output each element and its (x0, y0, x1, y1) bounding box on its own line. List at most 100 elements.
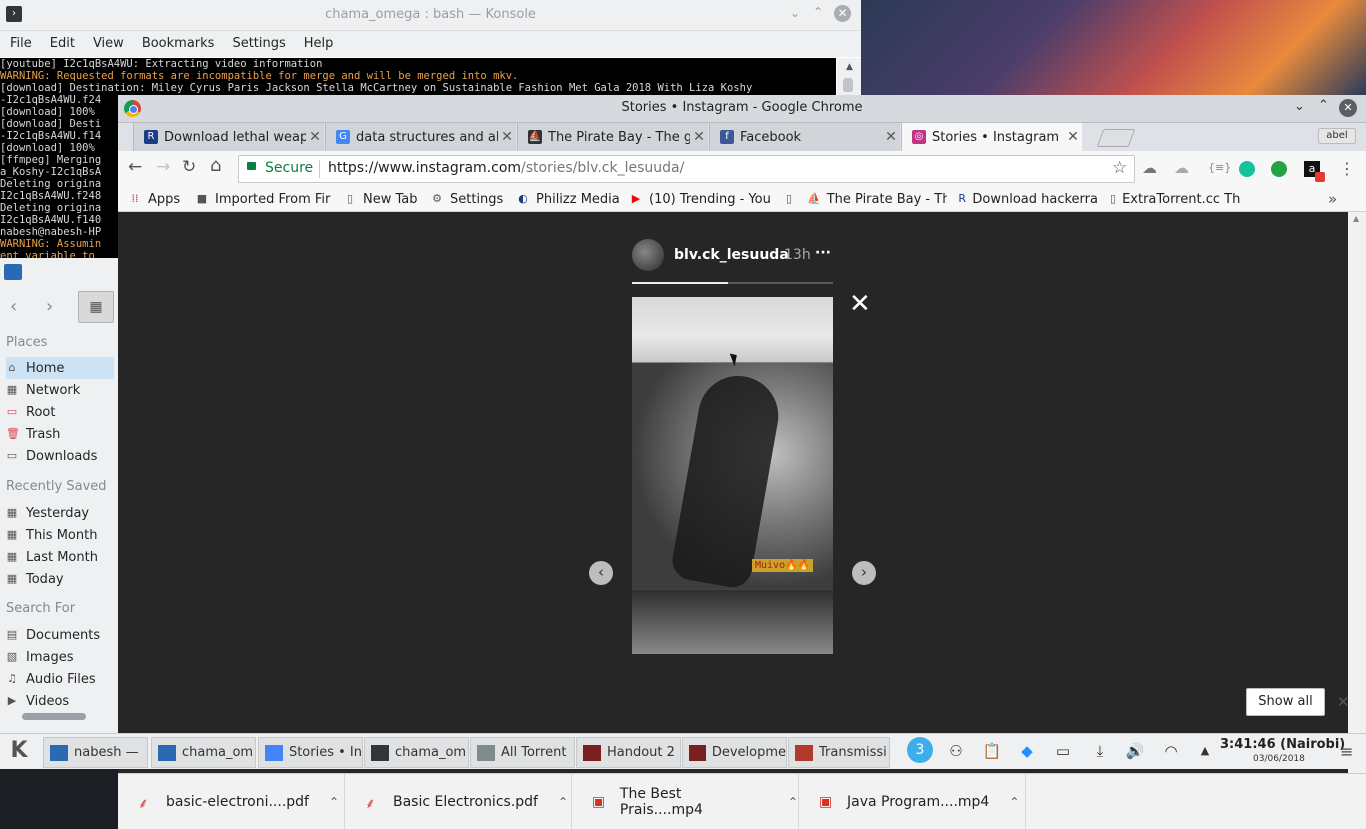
taskbar-task[interactable]: Transmissi (788, 737, 890, 768)
sidebar-item-videos[interactable]: ▶ Videos (6, 690, 114, 712)
close-story-icon[interactable]: ✕ (849, 291, 871, 317)
bookmark-item[interactable]: ⚙ Settings (430, 190, 510, 208)
menu-settings[interactable]: Settings (222, 31, 293, 51)
chevron-up-icon[interactable]: ⌃ (558, 795, 568, 809)
user-switcher-icon[interactable]: ⚇ (945, 740, 967, 762)
close-download-shelf-icon[interactable]: ✕ (1337, 693, 1350, 711)
workspace-pager[interactable]: 3 (907, 737, 933, 763)
view-mode-icons-button[interactable]: ▦ (78, 291, 114, 323)
minimize-icon[interactable]: ⌄ (1294, 99, 1305, 114)
sidebar-item-this-month[interactable]: ▦ This Month (6, 524, 114, 546)
back-arrow-icon[interactable]: ← (128, 157, 142, 177)
chevron-up-icon[interactable]: ⌃ (329, 795, 339, 809)
volume-icon[interactable]: 🔊 (1124, 740, 1146, 762)
menu-edit[interactable]: Edit (40, 31, 83, 51)
home-icon[interactable]: ⌂ (210, 155, 221, 176)
chrome-menu-icon[interactable]: ⋮ (1339, 159, 1355, 178)
taskbar-task[interactable]: All Torrent (470, 737, 575, 768)
menu-view[interactable]: View (83, 31, 132, 51)
address-bar[interactable]: Secure https://www.instagram.com/stories… (238, 155, 1135, 183)
cloud-download-icon[interactable]: ☁ (1142, 159, 1157, 177)
download-item[interactable]: ⸙ Basic Electronics.pdf ⌃ (345, 774, 572, 829)
tab-close-icon[interactable]: ✕ (1064, 129, 1082, 145)
json-viewer-icon[interactable]: {≡} (1208, 161, 1231, 174)
tab-3[interactable]: ⛵ The Pirate Bay - The g ✕ (517, 123, 708, 151)
story-image[interactable]: Muivo🔥🔥 (632, 297, 833, 654)
bookmark-item[interactable]: ▯ ExtraTorrent.cc The (1110, 190, 1240, 208)
bookmark-item[interactable]: ▶ (10) Trending - You (629, 190, 774, 208)
sidebar-horizontal-scrollbar[interactable] (8, 711, 104, 721)
whatsapp-extension-icon[interactable] (1271, 161, 1287, 177)
clock-time[interactable]: 3:41:46 (Nairobi) (1220, 737, 1345, 752)
wifi-icon[interactable]: ◠ (1160, 740, 1182, 762)
download-item[interactable]: ⸙ basic-electroni....pdf ⌃ (118, 774, 345, 829)
tab-close-icon[interactable]: ✕ (306, 129, 324, 145)
profile-badge[interactable]: abel (1318, 128, 1356, 144)
menu-bookmarks[interactable]: Bookmarks (132, 31, 223, 51)
tray-expand-icon[interactable]: ▲ (1194, 740, 1216, 762)
bookmark-item[interactable]: ▯ (783, 190, 801, 208)
bookmark-item[interactable]: ◐ Philizz Media (516, 190, 621, 208)
bookmark-item[interactable]: ⁞⁞ Apps (128, 190, 188, 208)
tab-2[interactable]: Gdata structures and al ✕ (325, 123, 516, 151)
prev-story-button[interactable]: ‹ (589, 561, 613, 585)
bookmark-item[interactable]: ▯ New Tab (343, 190, 423, 208)
next-story-button[interactable]: › (852, 561, 876, 585)
tab-close-icon[interactable]: ✕ (498, 129, 516, 145)
reload-icon[interactable]: ↻ (182, 157, 196, 177)
tab-1[interactable]: R Download lethal weap ✕ (133, 123, 324, 151)
bookmark-item[interactable]: ■ Imported From Fir (195, 190, 335, 208)
chevron-up-icon[interactable]: ⌃ (1009, 795, 1019, 809)
minimize-icon[interactable]: ⌄ (788, 6, 802, 20)
maximize-icon[interactable]: ⌃ (811, 5, 825, 19)
menu-file[interactable]: File (0, 31, 40, 51)
clipboard-icon[interactable]: 📋 (981, 740, 1003, 762)
sidebar-item-network[interactable]: ▦ Network (6, 379, 114, 401)
tab-close-icon[interactable]: ✕ (690, 129, 708, 145)
tab-5[interactable]: ◎ Stories • Instagram ✕ (901, 123, 1082, 151)
close-icon[interactable]: ✕ (834, 5, 851, 22)
taskbar-task[interactable]: Developme (682, 737, 787, 768)
taskbar-task[interactable]: chama_om (151, 737, 256, 768)
sidebar-item-audio-files[interactable]: ♫ Audio Files (6, 668, 114, 690)
chat-extension-icon[interactable] (1239, 161, 1255, 177)
taskbar-task[interactable]: nabesh — (43, 737, 148, 768)
sidebar-item-root[interactable]: ▭ Root (6, 401, 114, 423)
close-icon[interactable]: ✕ (1339, 99, 1357, 117)
chevron-up-icon[interactable]: ⌃ (788, 795, 798, 809)
hamburger-menu-icon[interactable]: ≡ (1340, 742, 1353, 761)
sidebar-item-downloads[interactable]: ▭ Downloads (6, 445, 114, 467)
sidebar-item-home[interactable]: ⌂ Home (6, 357, 114, 379)
sidebar-item-today[interactable]: ▦ Today (6, 568, 114, 590)
cloud-sync-icon[interactable]: ☁ (1174, 159, 1189, 177)
bookmarks-overflow-icon[interactable]: » (1328, 190, 1337, 208)
bookmark-item[interactable]: ⛵ The Pirate Bay - The (807, 190, 947, 208)
tab-4[interactable]: f Facebook ✕ (709, 123, 900, 151)
tab-close-icon[interactable]: ✕ (882, 129, 900, 145)
maximize-icon[interactable]: ⌃ (1318, 98, 1329, 113)
forward-arrow-icon[interactable]: › (46, 296, 53, 317)
new-tab-button[interactable] (1096, 129, 1136, 147)
menu-help[interactable]: Help (294, 31, 342, 51)
show-all-downloads-button[interactable]: Show all (1246, 688, 1325, 716)
taskbar-task[interactable]: Handout 2 (576, 737, 681, 768)
taskbar-task[interactable]: chama_om (364, 737, 469, 768)
bookmark-star-icon[interactable]: ☆ (1112, 158, 1127, 178)
bookmark-item[interactable]: R Download hackerra (958, 190, 1098, 208)
kde-launcher-icon[interactable]: K (4, 736, 34, 766)
sidebar-item-last-month[interactable]: ▦ Last Month (6, 546, 114, 568)
sidebar-item-images[interactable]: ▧ Images (6, 646, 114, 668)
story-more-button[interactable]: ··· (815, 245, 831, 261)
taskbar-task[interactable]: Stories • In (258, 737, 363, 768)
battery-icon[interactable]: ▭ (1052, 740, 1074, 762)
download-item[interactable]: ▣ Java Program....mp4 ⌃ (799, 774, 1026, 829)
sidebar-item-trash[interactable]: 🗑 Trash (6, 423, 114, 445)
konsole-titlebar[interactable]: › chama_omega : bash — Konsole ⌄ ⌃ ✕ (0, 0, 861, 31)
updates-icon[interactable]: ⤓ (1089, 740, 1111, 762)
back-arrow-icon[interactable]: ‹ (10, 296, 17, 317)
chrome-titlebar[interactable]: Stories • Instagram - Google Chrome ⌄ ⌃ … (118, 95, 1366, 123)
dropbox-icon[interactable]: ◆ (1016, 740, 1038, 762)
avatar[interactable] (632, 239, 664, 271)
story-username[interactable]: blv.ck_lesuuda (674, 247, 789, 263)
forward-arrow-icon[interactable]: → (156, 157, 170, 177)
